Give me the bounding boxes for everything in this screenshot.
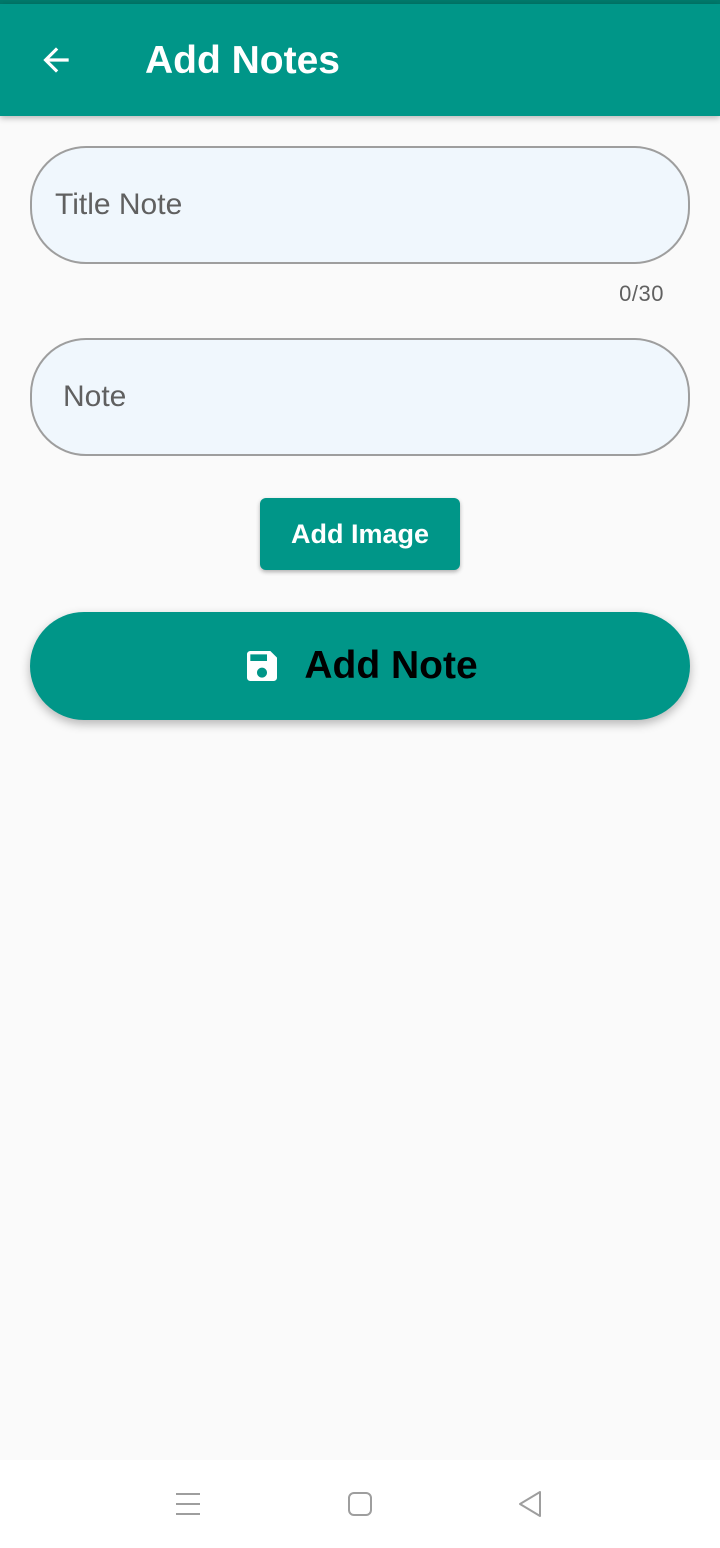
back-button[interactable] [22,26,90,94]
add-note-label: Add Note [304,644,478,687]
note-input[interactable] [32,340,688,454]
add-image-button[interactable]: Add Image [260,498,460,570]
title-note-input[interactable] [32,148,688,262]
home-square-icon[interactable] [336,1480,384,1528]
add-note-button[interactable]: Add Note [30,612,690,720]
system-navigation-bar [0,1460,720,1548]
back-triangle-icon[interactable] [506,1480,554,1528]
app-bar: Add Notes [0,4,720,116]
note-field-container [30,338,690,456]
page-title: Add Notes [145,39,340,82]
save-icon [242,646,282,686]
arrow-back-icon [43,47,69,73]
title-character-counter: 0/30 [619,281,664,306]
menu-icon[interactable] [164,1480,212,1528]
title-field-container [30,146,690,264]
